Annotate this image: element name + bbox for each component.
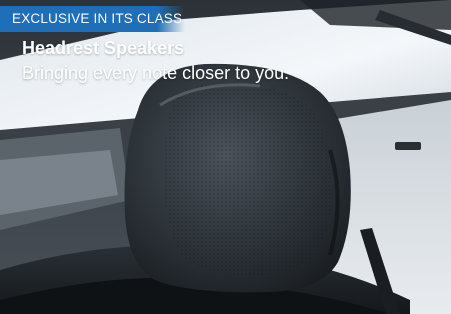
- exclusive-badge: EXCLUSIVE IN ITS CLASS: [12, 11, 183, 26]
- feature-card: EXCLUSIVE IN ITS CLASS Headrest Speakers…: [0, 0, 451, 314]
- feature-subtitle: Bringing every note closer to you.: [22, 63, 290, 83]
- feature-title: Headrest Speakers: [22, 38, 185, 58]
